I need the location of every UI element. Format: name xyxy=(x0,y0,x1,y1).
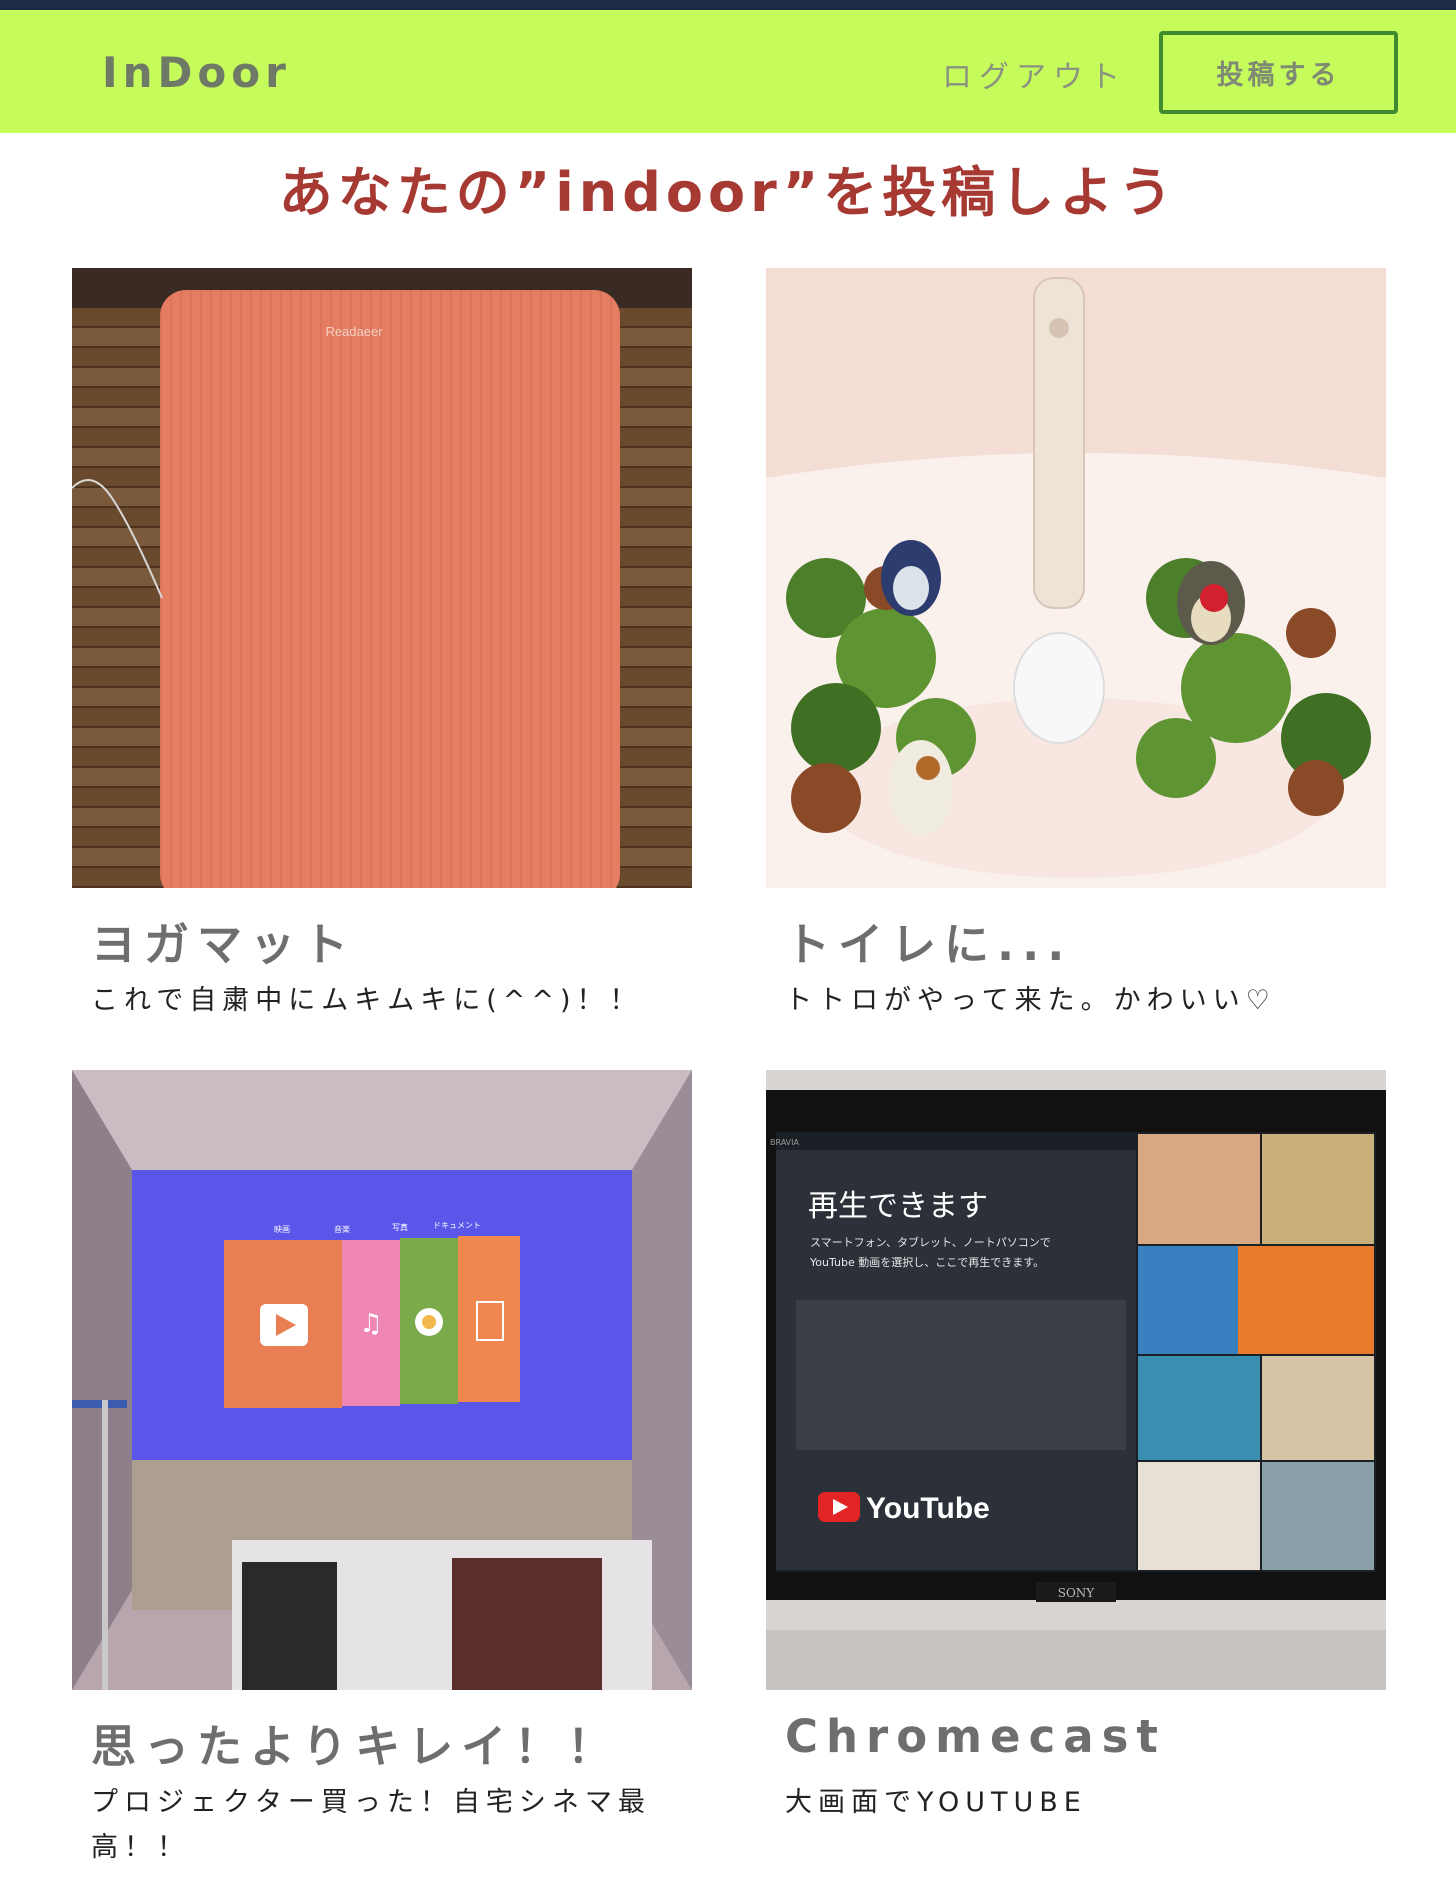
tv-maker-logo: SONY xyxy=(1058,1586,1096,1600)
post-description: トトロがやって来た。かわいい♡ xyxy=(785,985,1276,1016)
projector-tab-label: 写真 xyxy=(392,1222,408,1232)
tv-subtext: YouTube 動画を選択し、ここで再生できます。 xyxy=(809,1255,1044,1269)
top-border xyxy=(0,0,1456,10)
tv-headline: 再生できます xyxy=(808,1189,988,1224)
page-title: あなたの”indoor”を投稿しよう xyxy=(278,161,1178,224)
youtube-wordmark: YouTube xyxy=(866,1492,990,1525)
tv-subtext: スマートフォン、タブレット、ノートパソコンで xyxy=(810,1235,1051,1249)
tv-brand-top: BRAVIA xyxy=(770,1138,800,1147)
projector-tab-label: 音楽 xyxy=(334,1224,350,1234)
projector-tab-label: ドキュメント xyxy=(433,1221,481,1230)
post-title[interactable]: Chromecast xyxy=(785,1710,1166,1763)
post-title[interactable]: ヨガマット xyxy=(91,908,356,973)
post-photo-projector[interactable]: 映画 音楽 写真 ドキュメント ♫ xyxy=(72,1070,692,1690)
music-note-icon: ♫ xyxy=(359,1309,382,1339)
post-photo-chromecast[interactable]: BRAVIA 再生できます スマートフォン、タブレット、ノートパソコンで You… xyxy=(766,1070,1386,1690)
post-title[interactable]: トイレに... xyxy=(785,908,1072,973)
post-photo-yoga-mat[interactable]: Readaeer xyxy=(72,268,692,888)
yoga-mat-shape xyxy=(160,290,620,888)
post-description: プロジェクター買った！自宅シネマ最高！！ xyxy=(91,1787,651,1863)
post-photo-totoro-sink[interactable] xyxy=(766,268,1386,888)
navbar: InDoor ログアウト 投稿する xyxy=(0,10,1456,133)
brand-logo[interactable]: InDoor xyxy=(102,48,291,97)
projector-tab-label: 映画 xyxy=(274,1224,290,1234)
post-description: これで自粛中にムキムキに(^^)！！ xyxy=(91,985,643,1016)
logout-link[interactable]: ログアウト xyxy=(942,52,1127,96)
mat-brand-text: Readaeer xyxy=(325,324,383,339)
post-button[interactable]: 投稿する xyxy=(1159,31,1398,114)
post-title[interactable]: 思ったよりキレイ！！ xyxy=(91,1710,620,1775)
post-description: 大画面でYOUTUBE xyxy=(785,1787,1087,1818)
